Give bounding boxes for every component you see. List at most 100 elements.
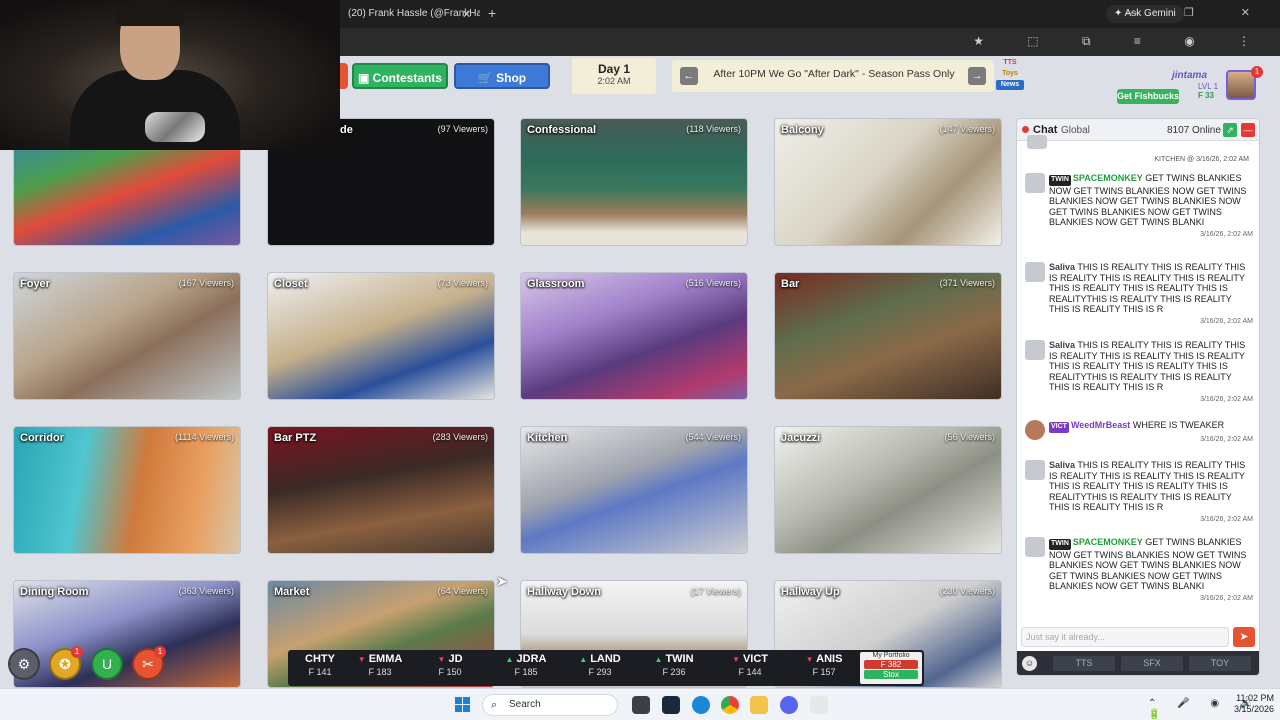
camera-tile[interactable]: Jacuzzi (56 Viewers) [774, 426, 1002, 554]
shop-button[interactable]: 🛒 Shop [454, 63, 550, 89]
coins-button[interactable]: ✪ 1 [49, 646, 83, 680]
stock-price: F 236 [662, 667, 686, 677]
camera-name: de [340, 124, 353, 136]
chat-avatar [1025, 537, 1045, 557]
get-fishbucks-button[interactable]: Get Fishbucks [1117, 89, 1179, 104]
new-tab-button[interactable]: + [488, 5, 496, 21]
steam-icon[interactable] [662, 696, 680, 714]
stock-symbol: LAND [590, 653, 621, 665]
chat-timestamp: 3/16/26, 2:02 AM [1200, 435, 1253, 443]
stock-item[interactable]: ▲ TWIN F 236 [642, 653, 706, 677]
camera-tile[interactable]: Corridor (1114 Viewers) [13, 426, 241, 554]
stock-item[interactable]: ▼ EMMA F 183 [348, 653, 412, 677]
tag-tts[interactable]: TTS [996, 58, 1024, 68]
camera-viewers: (64 Viewers) [437, 586, 488, 596]
contestants-button[interactable]: ▣ Contestants [352, 63, 448, 89]
discord-icon[interactable] [780, 696, 798, 714]
toy-button[interactable]: TOY [1189, 656, 1251, 671]
window-controls[interactable]: — ❐ ✕ [1126, 6, 1272, 19]
windows-taskbar: ⌕ Search ⌃ 🎤 ◉ 🔊 🔋 11:02 PM 3/15/2026 [0, 688, 1280, 720]
clock-time: 11:02 PM [1236, 693, 1274, 703]
edge-icon[interactable] [692, 696, 710, 714]
chat-timestamp: 3/16/26, 2:02 AM [1200, 230, 1253, 238]
stock-trend-icon: ▼ [437, 655, 446, 664]
camera-tile[interactable]: Glassroom (516 Viewers) [520, 272, 748, 400]
account-username[interactable]: jintama [1172, 70, 1207, 81]
sfx-button[interactable]: SFX [1121, 656, 1183, 671]
camera-viewers: (363 Viewers) [178, 586, 234, 596]
settings-button[interactable]: ⚙ [8, 648, 40, 680]
taskbar-search[interactable]: ⌕ Search [482, 694, 618, 716]
emoji-icon[interactable]: ☺ [1022, 656, 1037, 671]
notification-badge[interactable]: 1 [1251, 66, 1263, 78]
camera-name: Confessional [527, 124, 597, 136]
chat-text: THIS IS REALITY THIS IS REALITY THIS IS … [1049, 262, 1246, 314]
camera-tile[interactable]: Dining Room (363 Viewers) [13, 580, 241, 688]
camera-viewers: (167 Viewers) [178, 278, 234, 288]
popout-icon[interactable]: ⇗ [1223, 123, 1237, 137]
chat-username[interactable]: Saliva [1049, 262, 1075, 272]
chrome-icon[interactable] [721, 696, 739, 714]
stock-price: F 183 [368, 667, 392, 677]
close-tab-icon[interactable]: ✕ [462, 8, 471, 21]
camera-tile[interactable]: Foyer (167 Viewers) [13, 272, 241, 400]
tts-button[interactable]: TTS [1053, 656, 1115, 671]
stock-item[interactable]: ▲ LAND F 293 [568, 653, 632, 677]
account-credits: F 33 [1198, 91, 1215, 100]
file-explorer-icon[interactable] [750, 696, 768, 714]
camera-tile[interactable]: Bar PTZ (283 Viewers) [267, 426, 495, 554]
chat-input[interactable]: Just say it already... [1021, 627, 1229, 647]
ticker-next-icon[interactable]: → [968, 67, 986, 85]
tag-toys[interactable]: Toys [996, 69, 1024, 79]
camera-viewers: (73 Viewers) [437, 278, 488, 288]
chat-username[interactable]: Saliva [1049, 340, 1075, 350]
chat-message: TWIN SPACEMONKEY GET TWINS BLANKIES NOW G… [1025, 537, 1253, 604]
ticker-prev-icon[interactable]: ← [680, 67, 698, 85]
close-icon[interactable]: — [1241, 123, 1255, 137]
camera-tile[interactable]: Closet (73 Viewers) [267, 272, 495, 400]
day-clock: Day 1 2:02 AM [572, 58, 656, 94]
tag-news[interactable]: News [996, 80, 1024, 90]
camera-name: Glassroom [527, 278, 585, 290]
webcam-foil-object [145, 112, 205, 142]
webcam-figure-hair [116, 0, 184, 26]
task-view-icon[interactable] [632, 696, 650, 714]
stox-button[interactable]: Stox [864, 670, 918, 679]
stock-item[interactable]: ▼ VICT F 144 [718, 653, 782, 677]
windows-start-icon[interactable] [455, 697, 471, 713]
chat-username[interactable]: SPACEMONKEY [1073, 173, 1143, 183]
gear-icon: ⚙ [17, 656, 31, 672]
stock-price: F 141 [308, 667, 332, 677]
stock-symbol: JD [448, 653, 463, 665]
stock-item[interactable]: ▼ ANIS F 157 [792, 653, 856, 677]
taskbar-clock[interactable]: 11:02 PM 3/15/2026 [1228, 693, 1274, 715]
magnet-button[interactable]: U [91, 648, 123, 680]
contestants-icon: ▣ [357, 71, 373, 85]
browser-tab[interactable]: (20) Frank Hassle (@FrankHassle) [340, 3, 480, 25]
chat-username[interactable]: WeedMrBeast [1071, 420, 1130, 430]
stock-symbol: JDRA [516, 653, 547, 665]
app-icon[interactable] [810, 696, 828, 714]
account-level: LVL 1 [1198, 82, 1219, 91]
stock-ticker-bar: CHTY F 141 ▼ EMMA F 183 ▼ JD F 150 ▲ JDR… [288, 650, 924, 686]
camera-tile[interactable]: Confessional (118 Viewers) [520, 118, 748, 246]
chat-avatar [1027, 135, 1047, 149]
chat-username[interactable]: SPACEMONKEY [1073, 537, 1143, 547]
camera-tile[interactable]: Balcony (147 Viewers) [774, 118, 1002, 246]
camera-tile[interactable]: Bar (371 Viewers) [774, 272, 1002, 400]
stock-symbol: CHTY [305, 653, 335, 665]
send-icon[interactable]: ➤ [1233, 627, 1255, 647]
stock-item[interactable]: CHTY F 141 [288, 653, 352, 677]
camera-viewers: (371 Viewers) [939, 278, 995, 288]
chat-username[interactable]: Saliva [1049, 460, 1075, 470]
chat-text: WHERE IS TWEAKER [1132, 420, 1225, 430]
tools-button[interactable]: ✂ 1 [132, 646, 166, 680]
chat-room-selector[interactable]: Global [1061, 125, 1090, 136]
stock-item[interactable]: ▲ JDRA F 185 [494, 653, 558, 677]
camera-name: Hallway Down [527, 586, 601, 598]
toolbar-icons[interactable]: ★ ⬚ ⧉ ≡ ◉ ⋮ [973, 34, 1270, 49]
menu-button-stub[interactable] [340, 63, 348, 89]
camera-tile[interactable]: Kitchen (544 Viewers) [520, 426, 748, 554]
stock-item[interactable]: ▼ JD F 150 [418, 653, 482, 677]
stock-trend-icon: ▲ [654, 655, 663, 664]
